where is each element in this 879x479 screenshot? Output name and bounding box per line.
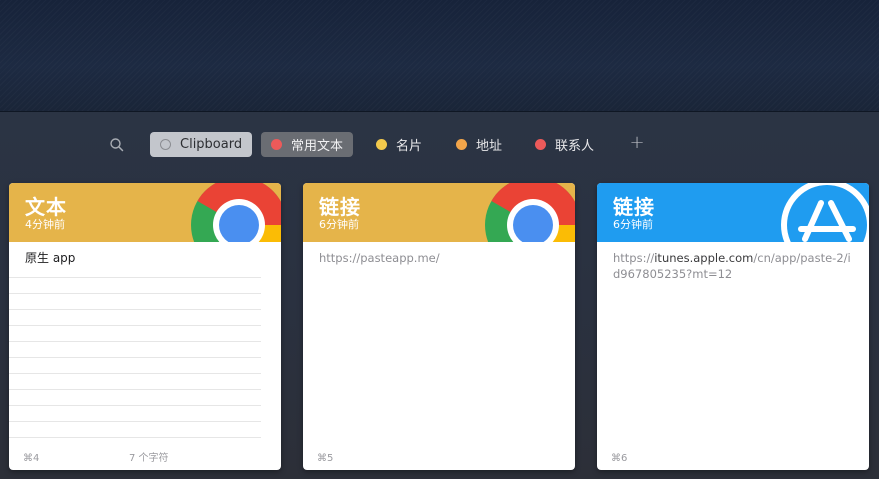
card-char-count: 7 个字符 xyxy=(129,453,169,464)
card-timestamp: 4分钟前 xyxy=(25,218,65,231)
url-domain: itunes.apple.com xyxy=(654,251,754,265)
card-content-url: https://pasteapp.me/ xyxy=(319,251,440,265)
pinboard-label: 常用文本 xyxy=(291,139,344,154)
card-timestamp: 6分钟前 xyxy=(319,218,359,231)
pinboard-toolbar: Clipboard 常用文本 名片 地址 联系人 + xyxy=(0,132,879,158)
search-button[interactable] xyxy=(108,136,126,154)
card-content-text: 原生 app xyxy=(25,251,76,265)
pinboard-contacts[interactable]: 联系人 xyxy=(525,132,604,157)
url-prefix: https:// xyxy=(613,251,655,265)
card-timestamp: 6分钟前 xyxy=(613,218,653,231)
clip-card-text[interactable]: 文本 4分钟前 原生 app ⌘4 7 个字符 xyxy=(9,183,281,470)
card-body: https://pasteapp.me/ xyxy=(303,242,575,470)
card-body: https://itunes.apple.com/cn/app/paste-2/… xyxy=(597,242,869,470)
card-header: 文本 4分钟前 xyxy=(9,183,281,242)
clip-card-link[interactable]: 链接 6分钟前 https://pasteapp.me/ ⌘5 xyxy=(303,183,575,470)
pinboard-label: 名片 xyxy=(396,139,423,154)
pinboard-label: 地址 xyxy=(476,139,503,154)
pinboard-clipboard[interactable]: Clipboard xyxy=(150,132,253,157)
add-pinboard-button[interactable]: + xyxy=(628,132,646,156)
pinboard-label: Clipboard xyxy=(180,137,243,152)
card-shortcut: ⌘5 xyxy=(317,453,334,464)
yellow-dot-icon xyxy=(376,139,387,150)
red-dot-icon xyxy=(535,139,546,150)
pinboard-address[interactable]: 地址 xyxy=(446,132,512,157)
pinboard-common-text[interactable]: 常用文本 xyxy=(261,132,354,157)
card-header: 链接 6分钟前 xyxy=(597,183,869,242)
paste-panel: Clipboard 常用文本 名片 地址 联系人 + 文本 4分钟前 原生 ap… xyxy=(0,112,879,479)
card-shortcut: ⌘4 xyxy=(23,453,40,464)
pinboard-label: 联系人 xyxy=(555,139,595,154)
card-body: 原生 app xyxy=(9,242,281,470)
red-dot-icon xyxy=(271,139,282,150)
desktop-wallpaper xyxy=(0,0,879,112)
card-header: 链接 6分钟前 xyxy=(303,183,575,242)
card-shortcut: ⌘6 xyxy=(611,453,628,464)
orange-dot-icon xyxy=(456,139,467,150)
pinboard-business-card[interactable]: 名片 xyxy=(366,132,432,157)
clipboard-dot-icon xyxy=(160,139,171,150)
chrome-icon xyxy=(485,183,575,242)
card-content-url: https://itunes.apple.com/cn/app/paste-2/… xyxy=(613,250,853,282)
clip-card-link[interactable]: 链接 6分钟前 https://itunes.apple.com/cn/app/… xyxy=(597,183,869,470)
search-icon xyxy=(110,138,124,152)
chrome-icon xyxy=(191,183,281,242)
app-store-icon xyxy=(781,183,869,242)
